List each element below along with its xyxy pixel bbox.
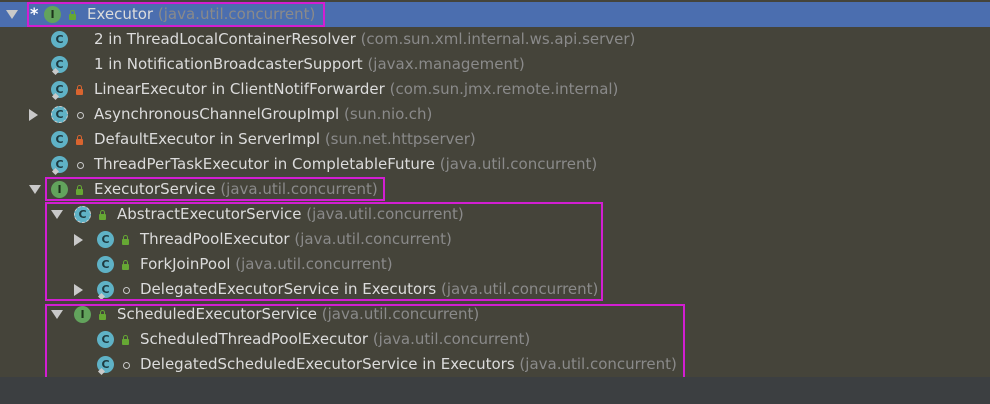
class-icon: C [51, 131, 68, 148]
tree-node-label: 1 in NotificationBroadcasterSupport (jav… [94, 55, 525, 73]
tree-row-scheduledexecutorservice[interactable]: I ScheduledExecutorService (java.util.co… [0, 302, 990, 327]
tree-node-label: ForkJoinPool (java.util.concurrent) [140, 255, 393, 273]
public-lock-icon [122, 260, 129, 270]
tree-node-label: LinearExecutor in ClientNotifForwarder (… [94, 80, 619, 98]
tree-node-label: ScheduledExecutorService (java.util.conc… [117, 305, 480, 323]
tree-node-label: 2 in ThreadLocalContainerResolver (com.s… [94, 30, 636, 48]
class-icon: C [97, 256, 114, 273]
package-private-icon [77, 162, 84, 169]
public-lock-icon [122, 235, 129, 245]
tree-node-label: DelegatedScheduledExecutorService in Exe… [140, 355, 677, 373]
public-lock-icon [69, 10, 76, 20]
tree-row-defaultexecutor[interactable]: C DefaultExecutor in ServerImpl (sun.net… [0, 127, 990, 152]
public-lock-icon [99, 210, 106, 220]
tree-node-label: ExecutorService (java.util.concurrent) [94, 180, 378, 198]
tree-node-label: ScheduledThreadPoolExecutor (java.util.c… [140, 330, 531, 348]
abstract-class-icon: C [74, 206, 91, 223]
expand-arrow-icon[interactable] [74, 284, 83, 296]
expand-arrow-icon[interactable] [51, 310, 63, 319]
interface-icon: I [44, 6, 61, 23]
tree-node-label: AsynchronousChannelGroupImpl (sun.nio.ch… [94, 105, 433, 123]
tree-row-executor[interactable]: * I Executor (java.util.concurrent) [0, 2, 990, 27]
tree-node-label: AbstractExecutorService (java.util.concu… [117, 205, 464, 223]
expand-arrow-icon[interactable] [6, 10, 18, 19]
public-lock-icon [76, 185, 83, 195]
abstract-class-icon: C [51, 106, 68, 123]
type-hierarchy-tree: * I Executor (java.util.concurrent) C 2 … [0, 0, 990, 382]
interface-icon: I [74, 306, 91, 323]
tree-row-threadpertaskexecutor[interactable]: C ThreadPerTaskExecutor in CompletableFu… [0, 152, 990, 177]
expand-arrow-icon[interactable] [29, 185, 41, 194]
tree-row-asynchronouschannelgroupimpl[interactable]: C AsynchronousChannelGroupImpl (sun.nio.… [0, 102, 990, 127]
tree-row-executorservice[interactable]: I ExecutorService (java.util.concurrent) [0, 177, 990, 202]
class-icon: C [97, 231, 114, 248]
status-footer [0, 377, 990, 404]
tree-row-scheduledthreadpoolexecutor[interactable]: C ScheduledThreadPoolExecutor (java.util… [0, 327, 990, 352]
tree-row-linearexecutor[interactable]: C LinearExecutor in ClientNotifForwarder… [0, 77, 990, 102]
tree-row-threadpoolexecutor[interactable]: C ThreadPoolExecutor (java.util.concurre… [0, 227, 990, 252]
tree-row-delegatedscheduledexecutorservice[interactable]: C DelegatedScheduledExecutorService in E… [0, 352, 990, 377]
tree-node-label: DefaultExecutor in ServerImpl (sun.net.h… [94, 130, 476, 148]
tree-row-abstractexecutorservice[interactable]: C AbstractExecutorService (java.util.con… [0, 202, 990, 227]
tree-row-threadlocalcontainerresolver[interactable]: C 2 in ThreadLocalContainerResolver (com… [0, 27, 990, 52]
tree-row-forkjoinpool[interactable]: C ForkJoinPool (java.util.concurrent) [0, 252, 990, 277]
private-lock-icon [76, 85, 83, 95]
class-icon: C [97, 331, 114, 348]
tree-node-label: ThreadPerTaskExecutor in CompletableFutu… [94, 155, 598, 173]
tree-row-delegatedexecutorservice[interactable]: C DelegatedExecutorService in Executors … [0, 277, 990, 302]
tree-node-label: DelegatedExecutorService in Executors (j… [140, 280, 599, 298]
package-private-icon [123, 362, 130, 369]
interface-icon: I [51, 181, 68, 198]
public-lock-icon [122, 335, 129, 345]
anonymous-class-icon: C [51, 31, 68, 48]
package-private-icon [123, 287, 130, 294]
expand-arrow-icon[interactable] [29, 109, 38, 121]
package-private-icon [77, 112, 84, 119]
tree-node-label: ThreadPoolExecutor (java.util.concurrent… [140, 230, 452, 248]
private-lock-icon [76, 135, 83, 145]
expand-arrow-icon[interactable] [74, 234, 83, 246]
public-lock-icon [99, 310, 106, 320]
expand-arrow-icon[interactable] [51, 210, 63, 219]
star-icon: * [30, 4, 39, 23]
tree-node-label: Executor (java.util.concurrent) [87, 5, 316, 23]
tree-row-notificationbroadcastersupport[interactable]: C 1 in NotificationBroadcasterSupport (j… [0, 52, 990, 77]
